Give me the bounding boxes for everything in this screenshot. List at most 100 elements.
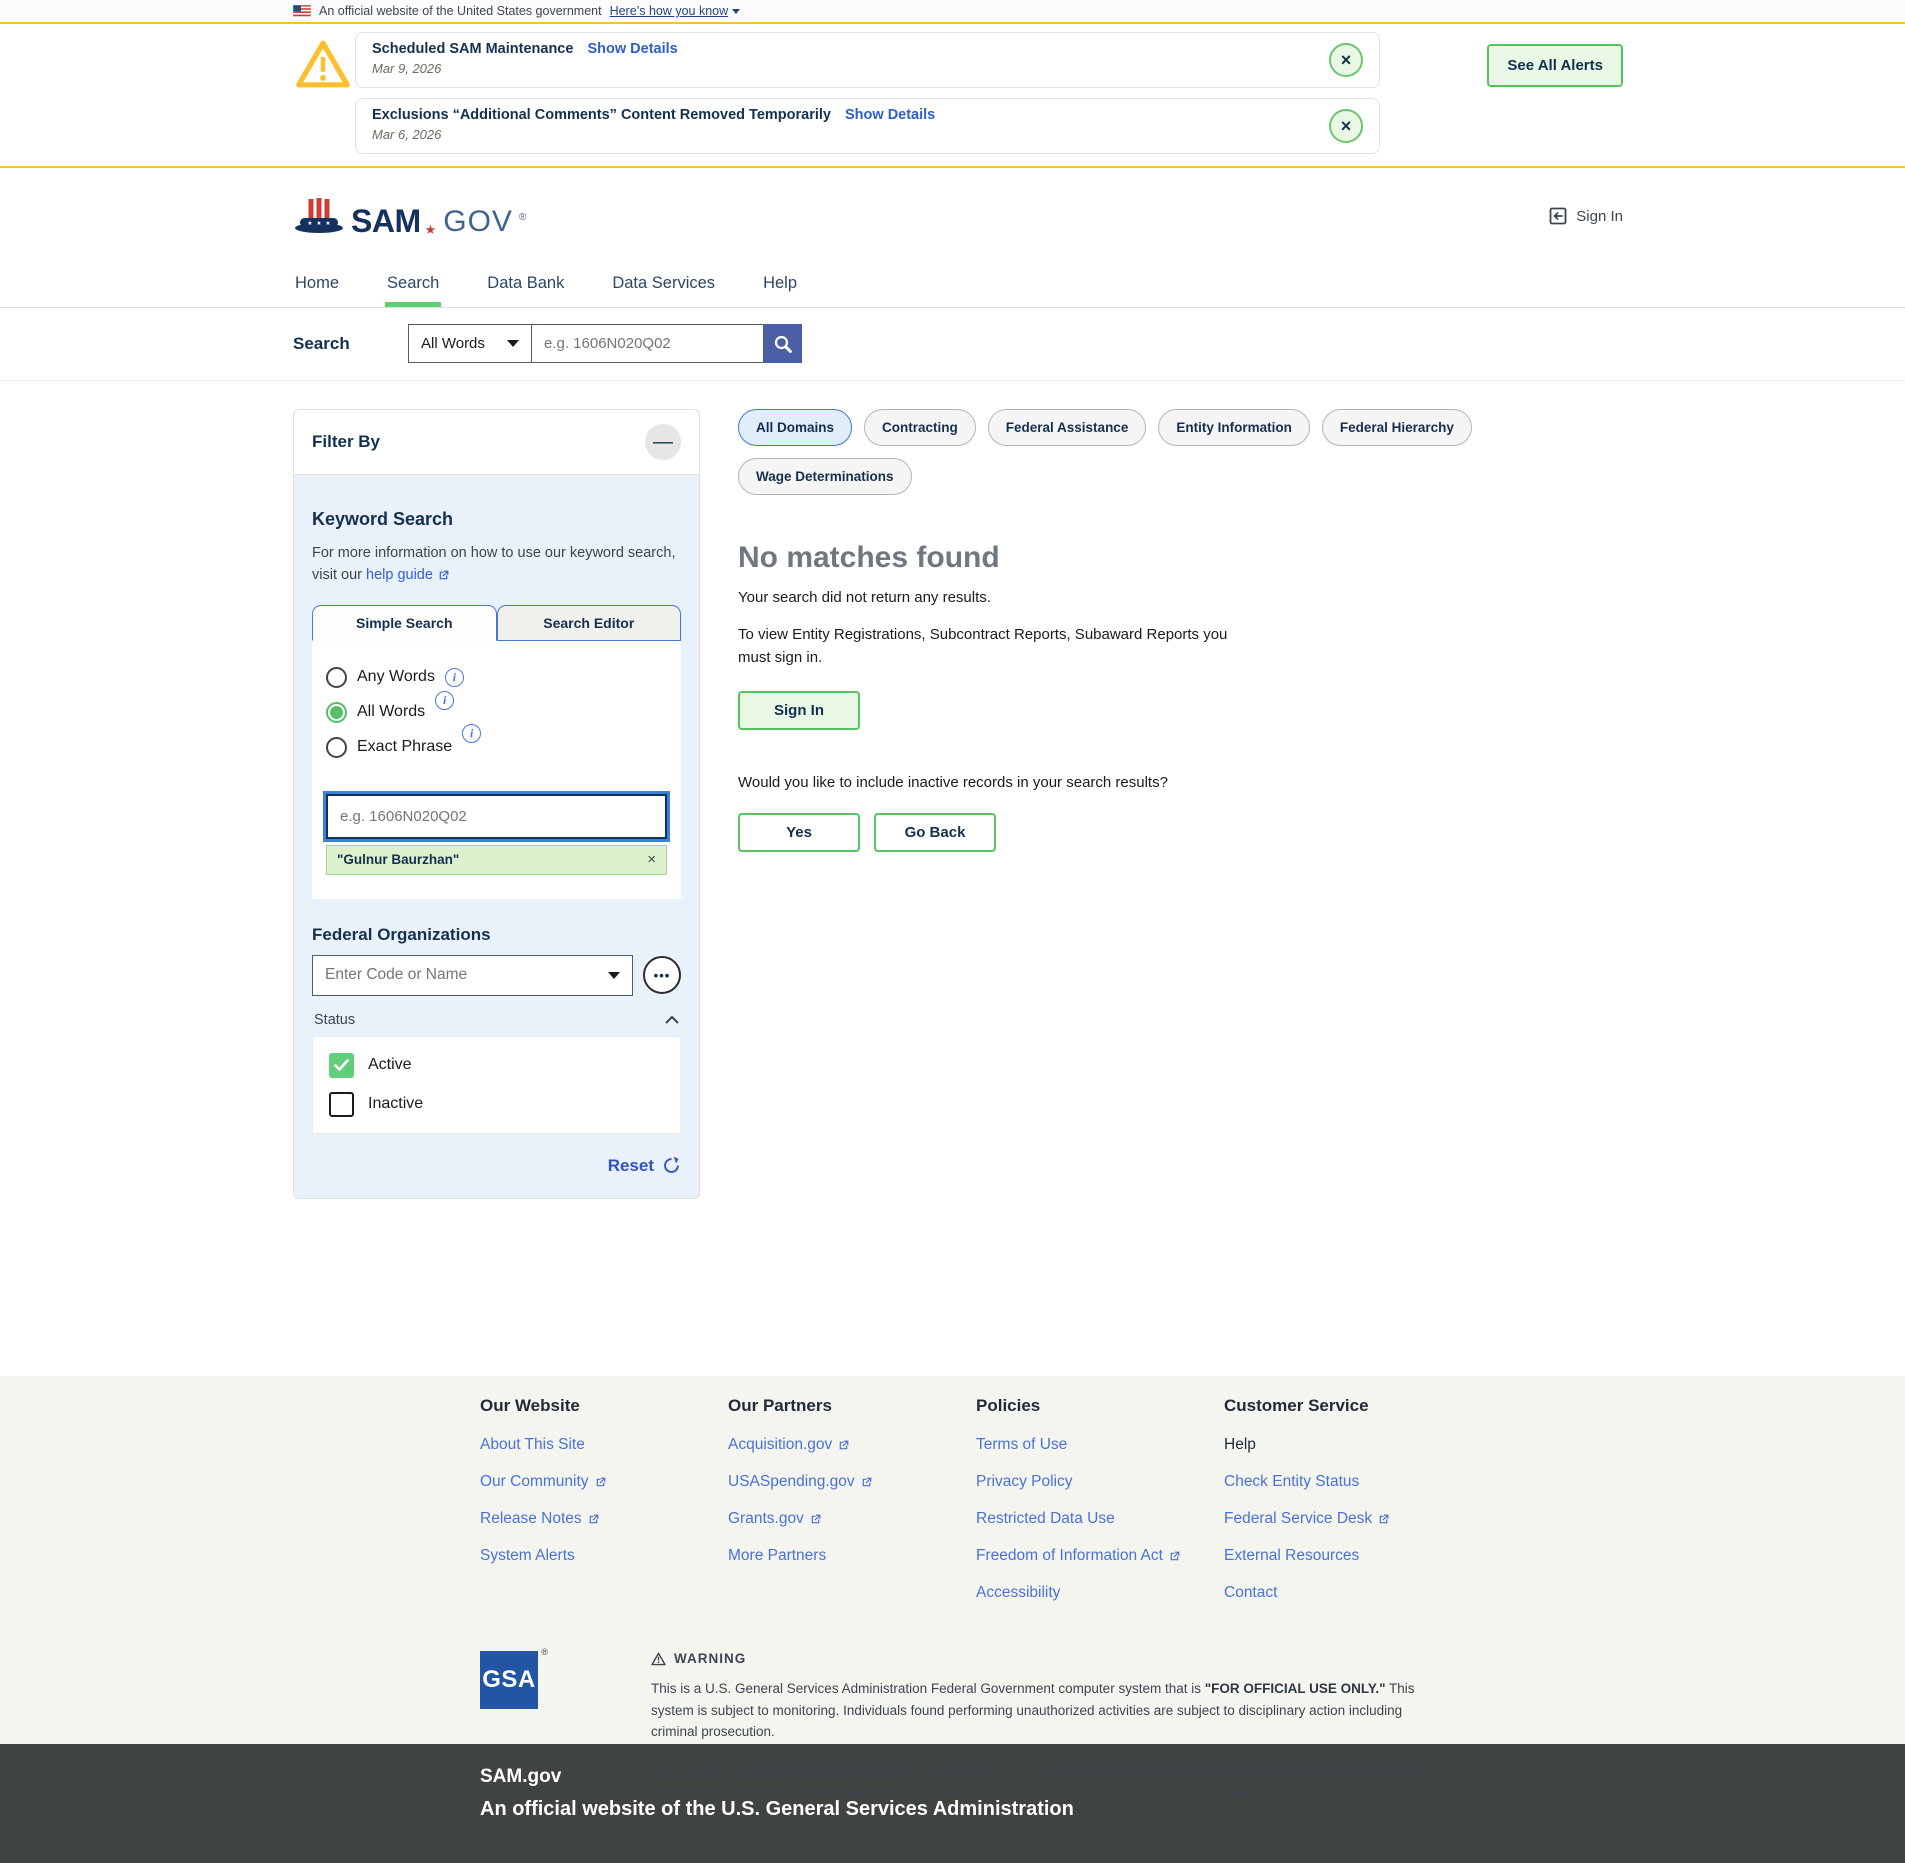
svg-text:★: ★: [325, 220, 330, 227]
federal-org-placeholder: Enter Code or Name: [325, 966, 467, 984]
footer-link-more-partners[interactable]: More Partners: [728, 1547, 976, 1565]
gov-banner-how-link[interactable]: Here’s how you know: [610, 4, 741, 18]
radio-all-words[interactable]: [326, 702, 347, 723]
pill-entity-information[interactable]: Entity Information: [1158, 409, 1310, 446]
pill-contracting[interactable]: Contracting: [864, 409, 976, 446]
chevron-down-icon: [608, 972, 620, 979]
external-link-icon: [587, 1513, 600, 1526]
pill-wage-determinations[interactable]: Wage Determinations: [738, 458, 912, 495]
reset-filters-link[interactable]: Reset: [312, 1156, 681, 1176]
footer-link-usaspending-gov[interactable]: USASpending.gov: [728, 1473, 976, 1491]
tab-simple-search[interactable]: Simple Search: [312, 605, 497, 641]
tab-search-editor[interactable]: Search Editor: [497, 605, 682, 641]
info-icon[interactable]: i: [435, 691, 454, 710]
simple-search-panel: Any Words i All Words i Exact Phrase i: [312, 641, 681, 899]
nav-item-data-bank[interactable]: Data Bank: [485, 264, 566, 307]
no-matches-heading: No matches found: [738, 541, 1623, 575]
radio-label: All Words: [357, 703, 425, 721]
footer-link-check-entity-status[interactable]: Check Entity Status: [1224, 1473, 1472, 1491]
status-section-toggle[interactable]: Status: [314, 1012, 679, 1028]
footer-link-terms-of-use[interactable]: Terms of Use: [976, 1436, 1224, 1454]
gov-banner: An official website of the United States…: [0, 0, 1905, 24]
us-flag-icon: [293, 5, 311, 17]
search-mode-value: All Words: [421, 335, 485, 352]
federal-organizations-heading: Federal Organizations: [312, 925, 681, 945]
footer-link-our-community[interactable]: Our Community: [480, 1473, 728, 1491]
footer-col-our-partners: Our Partners Acquisition.gov USASpending…: [728, 1396, 976, 1621]
footer-link-external-resources[interactable]: External Resources: [1224, 1547, 1472, 1565]
nav-item-home[interactable]: Home: [293, 264, 341, 307]
footer-link-acquisition-gov[interactable]: Acquisition.gov: [728, 1436, 976, 1454]
footer-link-contact[interactable]: Contact: [1224, 1584, 1472, 1602]
search-input[interactable]: [531, 324, 764, 363]
more-options-button[interactable]: •••: [643, 956, 681, 994]
search-mode-select[interactable]: All Words: [408, 324, 531, 363]
external-link-icon: [837, 1439, 850, 1452]
warning-icon: [651, 1652, 666, 1666]
footer-link-foia[interactable]: Freedom of Information Act: [976, 1547, 1224, 1565]
main-content: Filter By — Keyword Search For more info…: [0, 381, 1905, 1376]
filter-panel: Filter By — Keyword Search For more info…: [293, 409, 700, 1199]
alert-show-details-link[interactable]: Show Details: [845, 107, 935, 123]
federal-org-select[interactable]: Enter Code or Name: [312, 955, 633, 996]
close-icon[interactable]: ×: [1329, 43, 1363, 77]
reset-icon: [662, 1156, 681, 1175]
chevron-down-icon: [507, 340, 519, 347]
header-sign-in-link[interactable]: Sign In: [1548, 206, 1623, 226]
search-button[interactable]: [764, 324, 802, 363]
help-guide-link[interactable]: help guide: [366, 564, 450, 586]
nav-item-data-services[interactable]: Data Services: [610, 264, 717, 307]
footer-link-accessibility[interactable]: Accessibility: [976, 1584, 1224, 1602]
nav-item-help[interactable]: Help: [761, 264, 799, 307]
status-heading: Status: [314, 1012, 355, 1028]
footer-link-help[interactable]: Help: [1224, 1436, 1472, 1454]
nav-item-search[interactable]: Search: [385, 264, 441, 307]
footer-link-federal-service-desk[interactable]: Federal Service Desk: [1224, 1510, 1472, 1528]
keyword-chip: "Gulnur Baurzhan" ×: [326, 845, 667, 875]
info-icon[interactable]: i: [445, 668, 464, 687]
chip-remove-icon[interactable]: ×: [647, 851, 656, 868]
footer-heading: Customer Service: [1224, 1396, 1472, 1416]
footer-link-release-notes[interactable]: Release Notes: [480, 1510, 728, 1528]
keyword-input[interactable]: [326, 794, 667, 839]
info-icon[interactable]: i: [462, 724, 481, 743]
footer-link-system-alerts[interactable]: System Alerts: [480, 1547, 728, 1565]
checkbox-active[interactable]: [329, 1053, 354, 1078]
gsa-logo: GSA ®: [480, 1651, 538, 1709]
checkbox-inactive[interactable]: [329, 1092, 354, 1117]
footer-link-about-this-site[interactable]: About This Site: [480, 1436, 728, 1454]
footer-link-restricted-data-use[interactable]: Restricted Data Use: [976, 1510, 1224, 1528]
checkbox-label: Active: [368, 1056, 412, 1074]
system-warning: WARNING This is a U.S. General Services …: [651, 1651, 1451, 1804]
alert-date: Mar 9, 2026: [372, 61, 1319, 76]
gov-banner-text: An official website of the United States…: [319, 4, 602, 18]
radio-any-words[interactable]: [326, 667, 347, 688]
pill-all-domains[interactable]: All Domains: [738, 409, 852, 446]
keyword-search-heading: Keyword Search: [312, 509, 681, 530]
alert-title: Exclusions “Additional Comments” Content…: [372, 107, 831, 123]
keyword-tabs: Simple Search Search Editor: [312, 605, 681, 641]
see-all-alerts-button[interactable]: See All Alerts: [1487, 44, 1623, 87]
radio-exact-phrase[interactable]: [326, 737, 347, 758]
alerts-section: Scheduled SAM Maintenance Show Details M…: [0, 24, 1905, 168]
gsa-registered-mark: ®: [541, 1647, 548, 1657]
go-back-button[interactable]: Go Back: [874, 813, 996, 852]
footer-link-grants-gov[interactable]: Grants.gov: [728, 1510, 976, 1528]
status-options: Active Inactive: [312, 1036, 681, 1134]
collapse-filter-button[interactable]: —: [645, 424, 681, 460]
footer-link-privacy-policy[interactable]: Privacy Policy: [976, 1473, 1224, 1491]
pill-federal-assistance[interactable]: Federal Assistance: [988, 409, 1147, 446]
chevron-up-icon: [665, 1015, 679, 1024]
yes-button[interactable]: Yes: [738, 813, 860, 852]
search-label: Search: [293, 334, 408, 354]
checkbox-label: Inactive: [368, 1095, 423, 1113]
sign-in-button[interactable]: Sign In: [738, 691, 860, 730]
close-icon[interactable]: ×: [1329, 109, 1363, 143]
sam-gov-logo[interactable]: ★★★ SAM ★ GOV ®: [293, 195, 526, 237]
no-results-text: Your search did not return any results.: [738, 589, 1623, 606]
sign-in-icon: [1548, 206, 1568, 226]
alert-show-details-link[interactable]: Show Details: [587, 41, 677, 57]
logo-text-gov: GOV: [443, 207, 513, 237]
external-link-icon: [1377, 1513, 1390, 1526]
pill-federal-hierarchy[interactable]: Federal Hierarchy: [1322, 409, 1472, 446]
